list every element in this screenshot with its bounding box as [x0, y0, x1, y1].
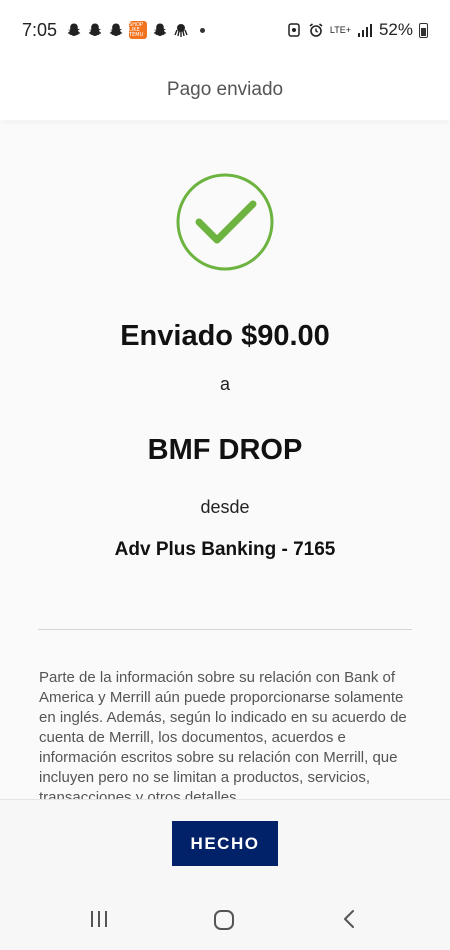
- payee-name: BMF DROP: [147, 434, 303, 466]
- snapchat-icon: [88, 23, 102, 36]
- confirmation-content: Enviado $90.00 a BMF DROP desde Adv Plus…: [0, 122, 450, 799]
- source-account: Adv Plus Banking - 7165: [114, 539, 336, 560]
- snapchat-icon: [109, 23, 123, 36]
- recent-apps-icon[interactable]: [89, 909, 109, 929]
- to-label: a: [219, 374, 230, 394]
- octopus-icon: [174, 24, 188, 37]
- network-type: LTE+: [329, 24, 351, 35]
- data-saver-icon: [288, 23, 300, 37]
- alarm-icon: [309, 23, 323, 37]
- home-icon[interactable]: [213, 909, 235, 931]
- app-header: Pago enviado: [0, 60, 450, 120]
- battery-percent: 52%: [378, 20, 413, 39]
- temu-icon: SHOP LIKE TEMU: [129, 21, 148, 39]
- status-time: 7:05: [22, 19, 58, 40]
- status-bar: 7:05 SHOP LIKE TEMU LTE+ 52%: [0, 0, 450, 60]
- success-check-icon: [176, 173, 274, 271]
- disclaimer-text: Parte de la información sobre su relació…: [39, 669, 407, 799]
- system-nav-bar: [0, 889, 450, 950]
- footer: HECHO: [0, 799, 450, 889]
- done-button[interactable]: HECHO: [172, 821, 278, 866]
- snapchat-icon: [67, 23, 81, 36]
- snapchat-icon: [153, 23, 167, 36]
- page-title: Pago enviado: [166, 79, 284, 100]
- back-icon[interactable]: [340, 909, 360, 929]
- from-label: desde: [200, 497, 250, 517]
- more-notifications-dot: [200, 27, 206, 33]
- sent-amount: Enviado $90.00: [120, 320, 330, 352]
- signal-icon: [357, 24, 372, 37]
- battery-icon: [419, 22, 428, 38]
- divider: [38, 629, 412, 630]
